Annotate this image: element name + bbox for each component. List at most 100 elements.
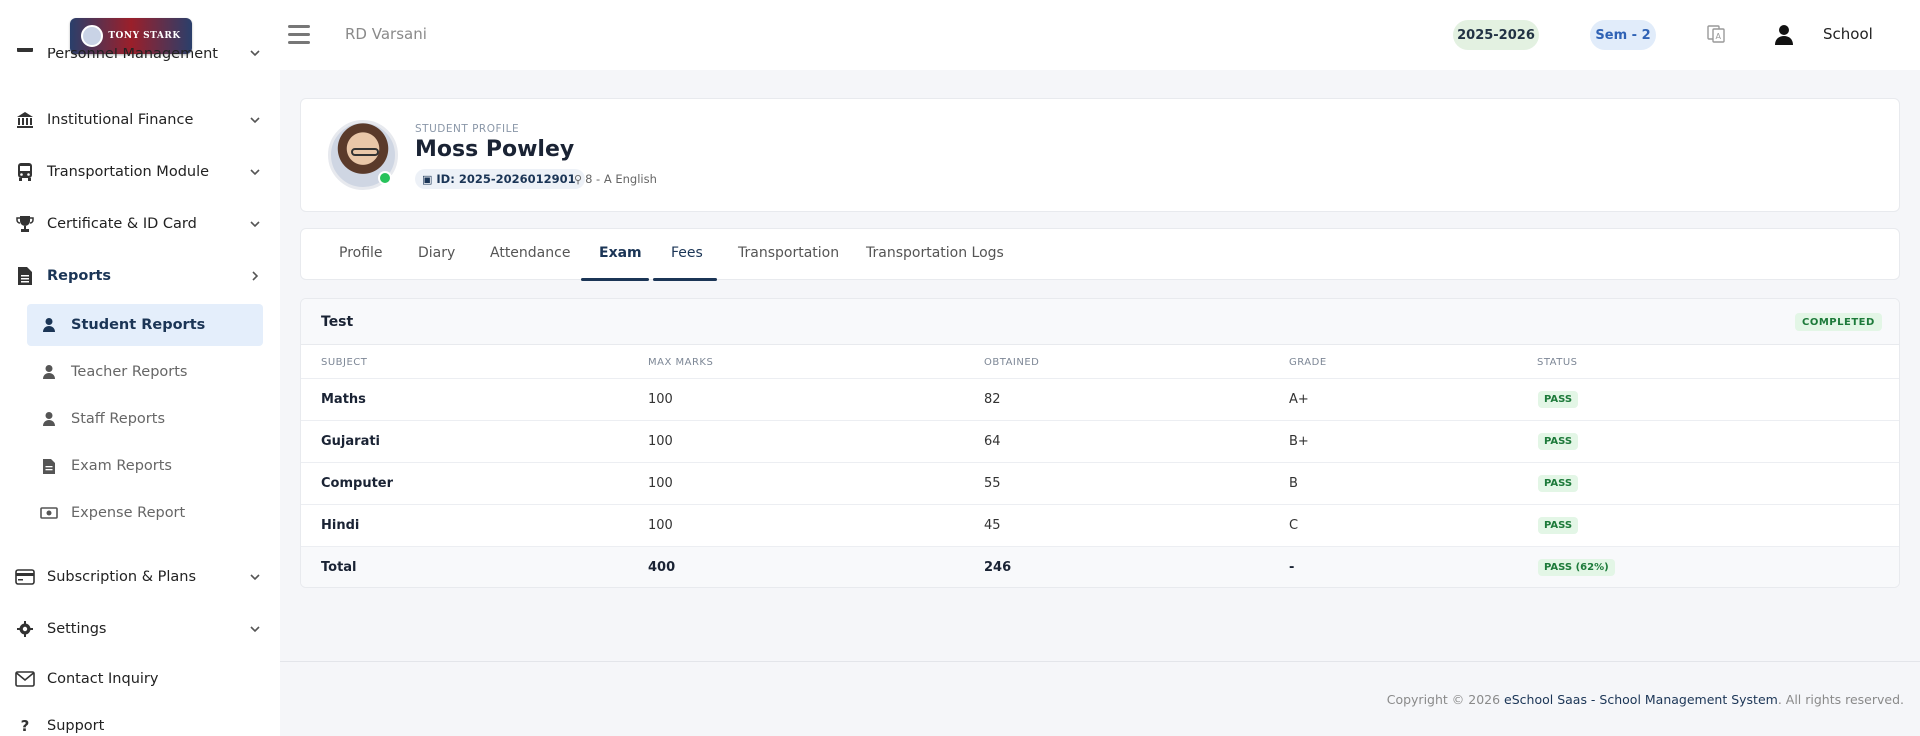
tab-exam[interactable]: Exam [599, 245, 642, 261]
sidebar-item-label: Personnel Management [47, 48, 218, 62]
footer-brand-link[interactable]: eSchool Saas - School Management System [1504, 692, 1778, 707]
chevron-down-icon [250, 574, 260, 581]
top-header: RD Varsani 2025-2026 Sem - 2 A School [280, 0, 1920, 70]
sidebar-item-contact-inquiry[interactable]: Contact Inquiry [0, 659, 280, 699]
tab-fees[interactable]: Fees [671, 245, 703, 261]
profile-kicker: STUDENT PROFILE [415, 123, 520, 135]
academic-year-badge[interactable]: 2025-2026 [1453, 20, 1539, 50]
user-label[interactable]: School [1823, 25, 1873, 43]
gear-icon [15, 619, 35, 639]
sidebar-item-settings[interactable]: Settings [0, 609, 280, 649]
chevron-right-icon [252, 271, 259, 281]
footer: Copyright © 2026 eSchool Saas - School M… [1387, 692, 1904, 707]
document-icon [40, 457, 58, 475]
column-header-subject: SUBJECT [321, 357, 368, 368]
tab-diary[interactable]: Diary [418, 245, 455, 261]
class-label: 8 - A English [585, 172, 657, 186]
cell-total-grade: - [1289, 560, 1295, 575]
online-status-icon [378, 171, 392, 185]
menu-toggle-icon[interactable] [288, 25, 310, 45]
sidebar-subitem-exam-reports[interactable]: Exam Reports [27, 445, 263, 487]
exam-result-card: Test COMPLETED SUBJECT MAX MARKS OBTAINE… [300, 298, 1900, 588]
cell-total-obtained: 246 [984, 560, 1012, 575]
cell-grade: B+ [1289, 434, 1309, 449]
column-header-obtained: OBTAINED [984, 357, 1040, 368]
pass-badge: PASS [1538, 517, 1579, 534]
tab-attendance[interactable]: Attendance [490, 245, 570, 261]
tab-exam-underline [581, 278, 649, 281]
sidebar-item-reports[interactable]: Reports [0, 256, 280, 296]
sidebar-item-support[interactable]: ? Support [0, 706, 280, 736]
pass-badge: PASS [1538, 475, 1579, 492]
school-name: RD Varsani [345, 25, 427, 43]
cell-max-marks: 100 [648, 434, 673, 449]
question-icon: ? [20, 717, 30, 735]
sidebar-item-personnel-management[interactable]: Personnel Management [0, 48, 280, 68]
cell-obtained: 82 [984, 392, 1001, 407]
chevron-down-icon [250, 169, 260, 176]
sidebar-subitem-teacher-reports[interactable]: Teacher Reports [27, 351, 263, 393]
sidebar-subitem-student-reports[interactable]: Student Reports [27, 304, 263, 346]
document-icon [15, 266, 35, 286]
credit-card-icon [15, 567, 35, 587]
column-header-status: STATUS [1537, 357, 1578, 368]
chevron-down-icon [250, 626, 260, 633]
user-icon [40, 410, 58, 428]
sidebar-subitem-label: Staff Reports [71, 411, 165, 427]
cell-subject: Maths [321, 392, 366, 407]
sidebar-subitem-staff-reports[interactable]: Staff Reports [27, 398, 263, 440]
tab-transportation-logs[interactable]: Transportation Logs [866, 245, 1004, 261]
cell-obtained: 55 [984, 476, 1001, 491]
user-icon [40, 316, 58, 334]
cell-max-marks: 100 [648, 476, 673, 491]
svg-text:A: A [1716, 32, 1722, 41]
sidebar-item-certificate-id-card[interactable]: Certificate & ID Card [0, 204, 280, 244]
exam-title: Test [321, 314, 354, 330]
cell-subject: Computer [321, 476, 394, 491]
footer-suffix: . All rights reserved. [1777, 692, 1904, 707]
table-row: Gujarati 100 64 B+ PASS [301, 420, 1899, 462]
trophy-icon [15, 214, 35, 234]
envelope-icon [15, 669, 35, 689]
semester-badge[interactable]: Sem - 2 [1590, 20, 1656, 50]
sidebar-item-label: Transportation Module [47, 164, 210, 180]
cell-obtained: 64 [984, 434, 1001, 449]
sidebar-item-transportation-module[interactable]: Transportation Module [0, 152, 280, 192]
student-name: Moss Powley [415, 137, 575, 162]
cell-total-label: Total [321, 560, 357, 575]
sidebar-item-label: Institutional Finance [47, 112, 194, 128]
cell-subject: Gujarati [321, 434, 381, 449]
column-header-grade: GRADE [1289, 357, 1327, 368]
cell-grade: A+ [1289, 392, 1309, 407]
student-id: ID: 2025-2026012901 [436, 172, 576, 186]
table-row: Hindi 100 45 C PASS [301, 504, 1899, 546]
pass-badge: PASS [1538, 433, 1579, 450]
tab-profile[interactable]: Profile [339, 245, 383, 261]
sidebar-item-label: Settings [47, 621, 107, 637]
users-icon [15, 48, 35, 64]
user-avatar-icon[interactable] [1774, 24, 1794, 46]
bus-icon [15, 162, 35, 182]
sidebar-subitem-expense-report[interactable]: Expense Report [27, 492, 263, 534]
logo-emblem-icon [81, 25, 104, 47]
tab-fees-underline [653, 278, 717, 281]
logo-text: TONY STARK [108, 31, 181, 41]
sidebar-item-label: Reports [47, 268, 112, 284]
footer-divider [280, 661, 1920, 662]
class-info: ⚲ 8 - A English [574, 172, 657, 186]
tab-transportation[interactable]: Transportation [738, 245, 839, 261]
sidebar-item-subscription-plans[interactable]: Subscription & Plans [0, 557, 280, 597]
chevron-down-icon [250, 50, 260, 57]
sidebar-subitem-label: Student Reports [71, 317, 206, 333]
cell-grade: C [1289, 518, 1299, 533]
exam-status-badge: COMPLETED [1795, 313, 1882, 331]
table-total-row: Total 400 246 - PASS (62%) [301, 546, 1899, 587]
pass-badge: PASS [1538, 391, 1579, 408]
language-icon[interactable]: A [1706, 24, 1726, 44]
footer-prefix: Copyright © 2026 [1386, 692, 1505, 707]
sidebar-item-institutional-finance[interactable]: Institutional Finance [0, 100, 280, 140]
sidebar-item-label: Certificate & ID Card [47, 216, 197, 232]
cell-max-marks: 100 [648, 518, 673, 533]
student-id-badge: ▣ ID: 2025-2026012901 [415, 169, 585, 189]
money-icon [40, 504, 58, 522]
